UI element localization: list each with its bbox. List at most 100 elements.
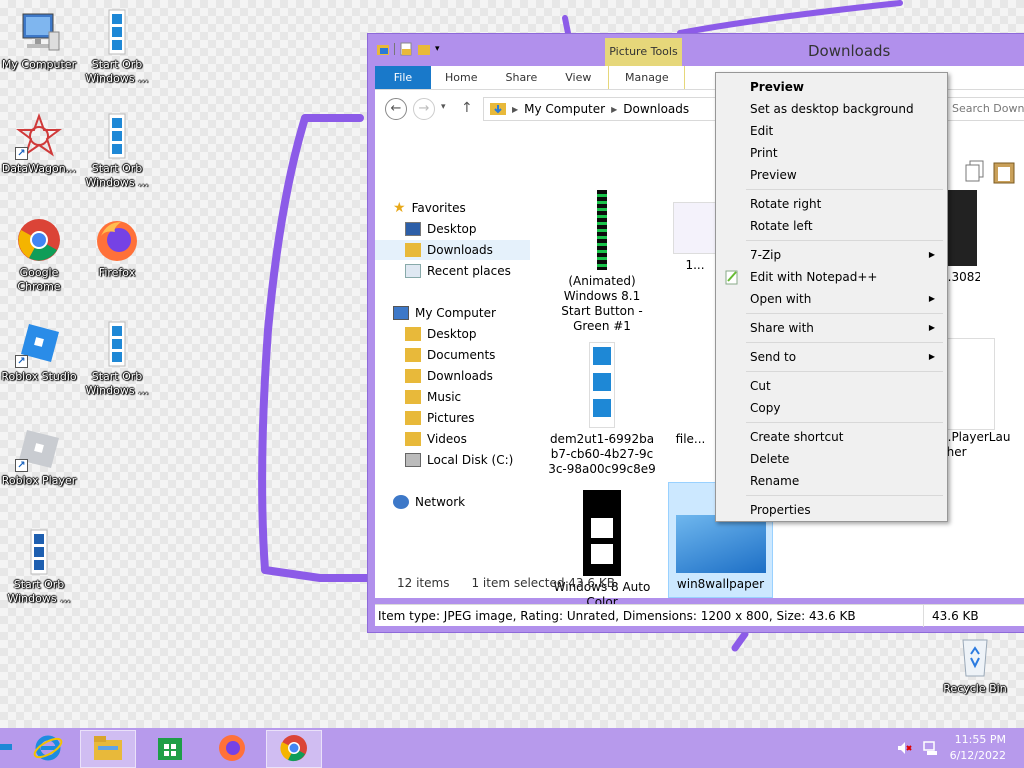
properties-icon[interactable] (399, 42, 413, 56)
desktop-icon-label: Start Orb Windows ... (85, 162, 149, 189)
desktop-icon-roblox-studio[interactable]: ↗ Roblox Studio (0, 320, 78, 384)
nav-pc-desktop[interactable]: Desktop (405, 324, 477, 344)
folder-icon[interactable] (376, 42, 390, 56)
file-item[interactable]: 1... (673, 202, 717, 273)
nav-fav-downloads[interactable]: Downloads (375, 240, 530, 260)
recent-locations-icon[interactable]: ▾ (441, 102, 446, 112)
shortcut-arrow-icon: ↗ (15, 147, 28, 160)
nav-pc-videos[interactable]: Videos (405, 429, 467, 449)
back-button[interactable]: ← (385, 98, 407, 120)
menu-item-preview[interactable]: Preview (718, 164, 945, 186)
breadcrumb-my-computer[interactable]: My Computer (524, 102, 605, 116)
menu-item-label: 7-Zip (750, 248, 782, 262)
taskbar-clock[interactable]: 11:55 PM 6/12/2022 (950, 732, 1006, 764)
windows-logo-tile (593, 347, 611, 365)
menu-item-rename[interactable]: Rename (718, 470, 945, 492)
up-icon[interactable]: ↑ (461, 100, 473, 116)
menu-item-edit-notepadpp[interactable]: Edit with Notepad++ (718, 266, 945, 288)
nav-label: My Computer (415, 306, 496, 320)
taskbar-chrome[interactable] (266, 730, 322, 768)
file-thumbnail (675, 515, 766, 573)
pictures-folder-icon (405, 411, 421, 425)
menu-item-properties[interactable]: Properties (718, 499, 945, 521)
menu-item-send-to[interactable]: Send to ▶ (718, 346, 945, 368)
taskbar-firefox[interactable] (204, 730, 260, 768)
context-menu: Preview Set as desktop background Edit P… (715, 72, 948, 522)
desktop-icon-start-orb[interactable]: Start Orb Windows ... (0, 528, 78, 606)
downloads-folder-icon (490, 101, 506, 118)
menu-item-cut[interactable]: Cut (718, 375, 945, 397)
menu-item-print[interactable]: Print (718, 142, 945, 164)
search-input[interactable]: Search Down (945, 97, 1024, 121)
nav-favorites[interactable]: ★ Favorites (393, 198, 466, 218)
file-item[interactable]: ...PlayerLau cher (940, 338, 1010, 460)
desktop-icon-start-orb[interactable]: Start Orb Windows ... (78, 8, 156, 86)
tab-share[interactable]: Share (491, 66, 551, 89)
tab-home[interactable]: Home (431, 66, 491, 89)
desktop-icon-label: Roblox Studio (1, 370, 77, 383)
customize-qat-icon[interactable]: ▾ (435, 42, 449, 56)
menu-item-share-with[interactable]: Share with ▶ (718, 317, 945, 339)
file-thumbnail (673, 202, 717, 254)
nav-label: Recent places (427, 264, 511, 278)
desktop-icon-roblox-player[interactable]: ↗ Roblox Player (0, 424, 78, 488)
menu-item-create-shortcut[interactable]: Create shortcut (718, 426, 945, 448)
menu-item-7zip[interactable]: 7-Zip ▶ (718, 244, 945, 266)
desktop-icon-my-computer[interactable]: My Computer (0, 8, 78, 72)
desktop-icon-recycle-bin[interactable]: Recycle Bin (936, 632, 1014, 696)
window-titlebar[interactable]: ▾ Picture Tools Downloads (368, 34, 1024, 97)
menu-item-rotate-right[interactable]: Rotate right (718, 193, 945, 215)
tab-file[interactable]: File (375, 66, 431, 89)
paste-icon[interactable] (993, 160, 1015, 187)
forward-button[interactable]: → (413, 98, 435, 120)
taskbar-store[interactable] (142, 730, 198, 768)
nav-label: Downloads (427, 369, 493, 383)
menu-item-rotate-left[interactable]: Rotate left (718, 215, 945, 237)
address-bar[interactable]: ▶ My Computer ▶ Downloads (483, 97, 723, 121)
desktop-icon-start-orb[interactable]: Start Orb Windows ... (78, 112, 156, 190)
copy-path-icon[interactable] (965, 160, 985, 187)
desktop-icon-google-chrome[interactable]: Google Chrome (0, 216, 78, 294)
taskbar-file-explorer[interactable] (80, 730, 136, 768)
nav-label: Favorites (411, 201, 466, 215)
nav-network[interactable]: Network (393, 492, 465, 512)
chrome-icon (15, 216, 63, 264)
new-folder-icon[interactable] (417, 42, 431, 56)
network-status-icon[interactable] (922, 740, 938, 759)
nav-my-computer[interactable]: My Computer (393, 303, 496, 323)
file-item[interactable]: Windows 8 Auto Color (547, 490, 657, 610)
menu-item-edit[interactable]: Edit (718, 120, 945, 142)
music-folder-icon (405, 390, 421, 404)
nav-pc-local-disk[interactable]: Local Disk (C:) (405, 450, 513, 470)
file-name: dem2ut1-6992ba b7-cb60-4b27-9c 3c-98a00c… (548, 432, 656, 476)
nav-fav-recent-places[interactable]: Recent places (405, 261, 511, 281)
menu-item-set-desktop-background[interactable]: Set as desktop background (718, 98, 945, 120)
nav-pc-pictures[interactable]: Pictures (405, 408, 475, 428)
tab-view[interactable]: View (551, 66, 608, 89)
nav-label: Desktop (427, 327, 477, 341)
menu-item-open-with[interactable]: Open with ▶ (718, 288, 945, 310)
file-item[interactable]: file... (664, 342, 717, 447)
nav-pc-music[interactable]: Music (405, 387, 461, 407)
menu-item-delete[interactable]: Delete (718, 448, 945, 470)
file-item[interactable]: (Animated) Windows 8.1 Start Button - Gr… (547, 190, 657, 334)
file-item[interactable]: dem2ut1-6992ba b7-cb60-4b27-9c 3c-98a00c… (547, 342, 657, 477)
breadcrumb-downloads[interactable]: Downloads (623, 102, 689, 116)
nav-pc-documents[interactable]: Documents (405, 345, 495, 365)
start-button-edge[interactable] (0, 744, 12, 750)
volume-muted-icon[interactable] (896, 740, 912, 759)
tab-manage[interactable]: Manage (608, 66, 686, 89)
taskbar-internet-explorer[interactable] (20, 730, 76, 768)
desktop-icon-firefox[interactable]: Firefox (78, 216, 156, 280)
folder-icon (405, 327, 421, 341)
nav-pc-downloads[interactable]: Downloads (405, 366, 493, 386)
network-icon (393, 495, 409, 509)
file-thumbnail (940, 338, 995, 430)
nav-fav-desktop[interactable]: Desktop (405, 219, 477, 239)
desktop-icon-start-orb[interactable]: Start Orb Windows ... (78, 320, 156, 398)
documents-folder-icon (405, 348, 421, 362)
drive-icon (405, 453, 421, 467)
menu-item-copy[interactable]: Copy (718, 397, 945, 419)
menu-item-preview-default[interactable]: Preview (718, 76, 945, 98)
desktop-icon-datawagon[interactable]: ↗ DataWagon... (0, 112, 78, 176)
